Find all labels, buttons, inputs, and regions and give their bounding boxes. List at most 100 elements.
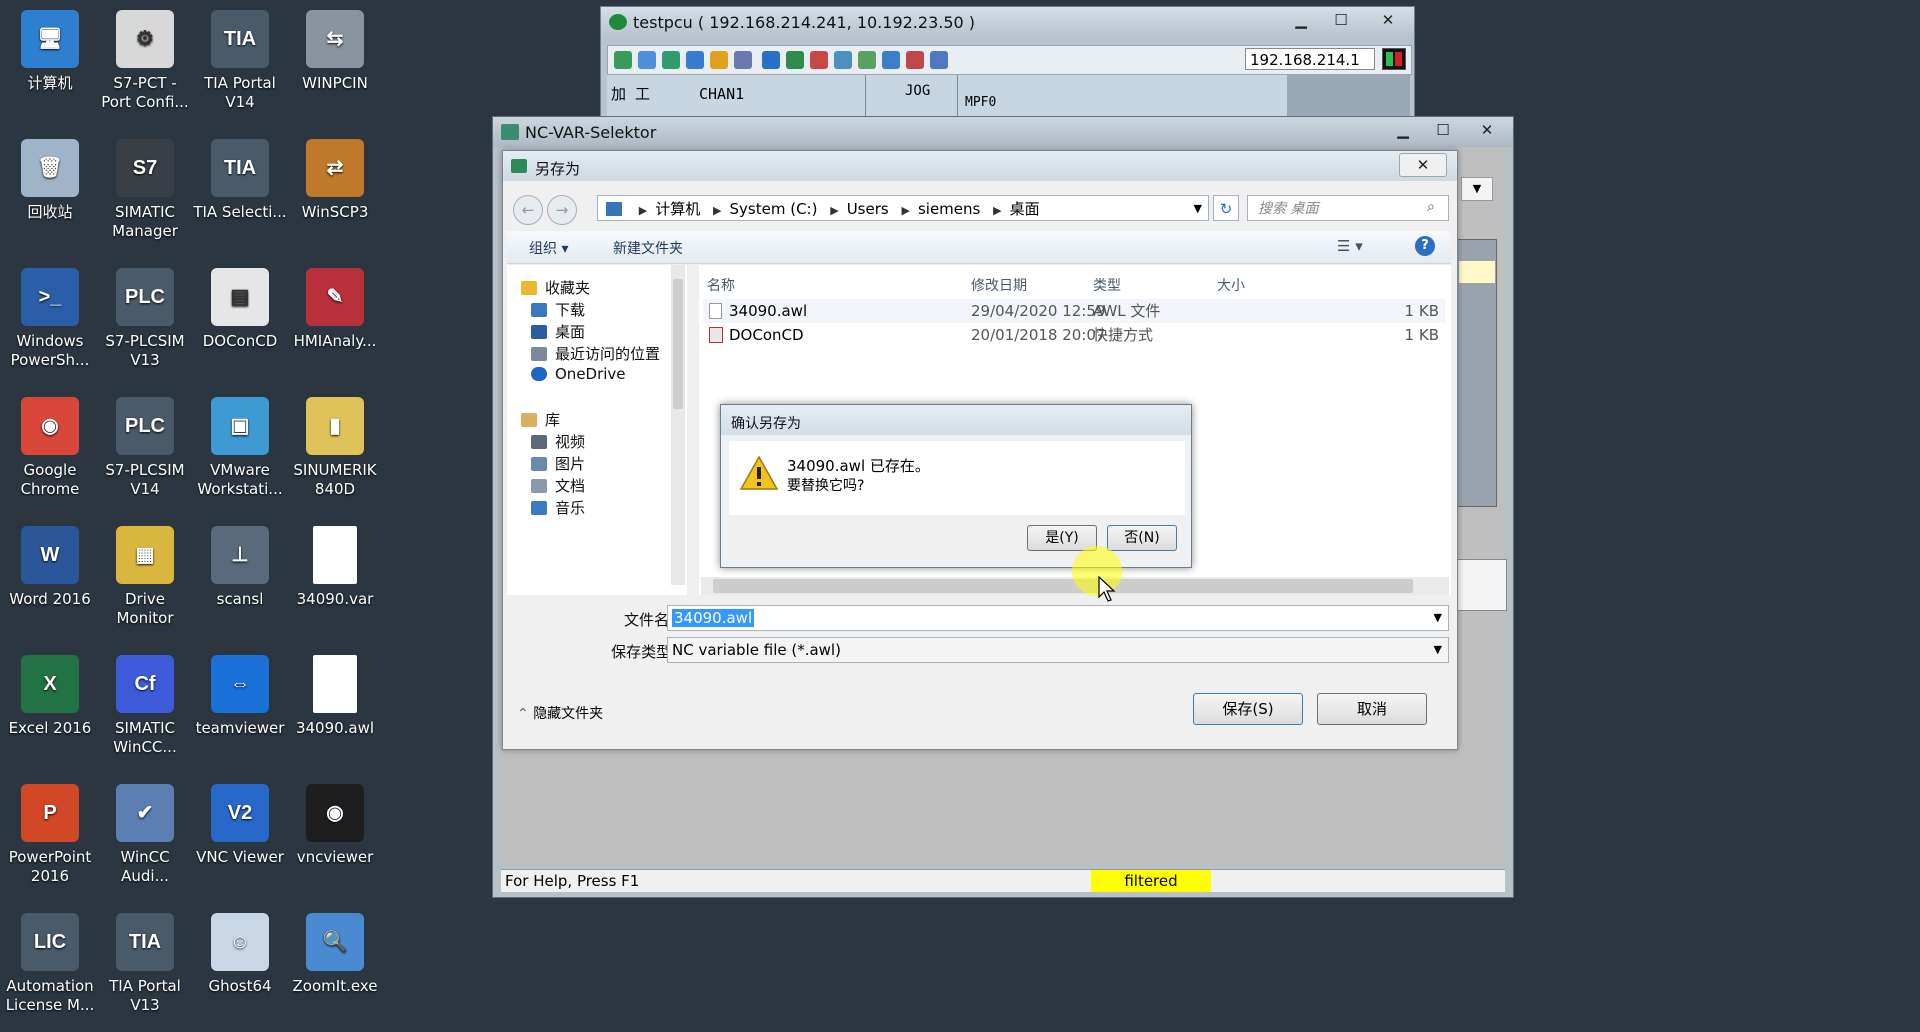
refresh-icon[interactable]: ↻: [1213, 195, 1239, 221]
desktop-icon[interactable]: 34090.awl: [287, 655, 383, 738]
desktop-icon[interactable]: ▤ DOConCD: [192, 268, 288, 351]
nav-music[interactable]: 音乐: [531, 497, 585, 518]
desktop-icon[interactable]: P PowerPoint 2016: [2, 784, 98, 886]
desktop-icon[interactable]: W Word 2016: [2, 526, 98, 609]
nav-library[interactable]: 库: [521, 409, 560, 430]
chevron-down-icon[interactable]: ▼: [1434, 606, 1442, 630]
view-options-icon[interactable]: ☰ ▾: [1337, 237, 1363, 255]
desktop-icon[interactable]: >_ Windows PowerSh...: [2, 268, 98, 370]
close-button[interactable]: ✕: [1399, 153, 1447, 177]
download-icon[interactable]: [762, 51, 780, 69]
file-row[interactable]: 34090.awl 29/04/2020 12:59 AWL 文件 1 KB: [703, 299, 1445, 323]
nav-documents[interactable]: 文档: [531, 475, 585, 496]
close-button[interactable]: ✕: [1465, 119, 1509, 141]
nav-favorites[interactable]: 收藏夹: [521, 277, 590, 298]
desktop-icon[interactable]: ▮ SINUMERIK 840D: [287, 397, 383, 499]
desktop-icon[interactable]: ☺ Ghost64: [192, 913, 288, 996]
close-button[interactable]: ✕: [1363, 9, 1413, 31]
breadcrumb-computer[interactable]: 计算机: [655, 200, 700, 218]
desktop-icon[interactable]: PLC S7-PLCSIM V14: [97, 397, 193, 499]
desktop-icon[interactable]: 🖥 计算机: [2, 10, 98, 93]
desktop-icon[interactable]: 34090.var: [287, 526, 383, 609]
desktop-icon[interactable]: ◉ vncviewer: [287, 784, 383, 867]
desktop-icon[interactable]: ⇔ teamviewer: [192, 655, 288, 738]
connect-icon[interactable]: [614, 51, 632, 69]
desktop-icon[interactable]: ◉ Google Chrome: [2, 397, 98, 499]
desktop-icon[interactable]: X Excel 2016: [2, 655, 98, 738]
column-name[interactable]: 名称: [707, 275, 735, 295]
minimize-button[interactable]: ▁: [1383, 119, 1423, 141]
desktop-icon[interactable]: S7 SIMATIC Manager: [97, 139, 193, 241]
column-type[interactable]: 类型: [1093, 275, 1121, 295]
desktop-icon[interactable]: TIA TIA Selecti...: [192, 139, 288, 222]
desktop-icon[interactable]: V2 VNC Viewer: [192, 784, 288, 867]
hide-folders-toggle[interactable]: ⌃ 隐藏文件夹: [517, 703, 603, 723]
confirm-titlebar[interactable]: 确认另存为: [721, 405, 1191, 435]
desktop-icon[interactable]: ✎ HMIAnaly...: [287, 268, 383, 351]
nav-desktop[interactable]: 桌面: [531, 321, 585, 342]
help-icon[interactable]: [930, 51, 948, 69]
chevron-down-icon[interactable]: ▼: [1194, 196, 1202, 222]
network-icon[interactable]: [834, 51, 852, 69]
tools-icon[interactable]: [858, 51, 876, 69]
breadcrumb-desktop[interactable]: 桌面: [1010, 200, 1040, 218]
close-connection-icon[interactable]: [906, 51, 924, 69]
maximize-button[interactable]: ☐: [1321, 9, 1361, 31]
column-size[interactable]: 大小: [1217, 275, 1245, 295]
new-folder-button[interactable]: 新建文件夹: [613, 238, 683, 258]
maximize-button[interactable]: ☐: [1423, 119, 1463, 141]
dropdown-arrow-icon[interactable]: ▼: [1461, 177, 1493, 201]
desktop-icon[interactable]: ▣ VMware Workstati...: [192, 397, 288, 499]
window-icon[interactable]: [638, 51, 656, 69]
desktop-icon[interactable]: ✔ WinCC Audi...: [97, 784, 193, 886]
search-icon[interactable]: ⌕: [1427, 199, 1435, 215]
minimize-button[interactable]: ▁: [1281, 9, 1321, 31]
transfer-icon[interactable]: [882, 51, 900, 69]
breadcrumb-siemens[interactable]: siemens: [918, 200, 980, 218]
breadcrumb-drive[interactable]: System (C:): [730, 200, 818, 218]
text-icon[interactable]: [734, 51, 752, 69]
back-icon[interactable]: ←: [513, 195, 543, 225]
desktop-icon[interactable]: ⊥ scansl: [192, 526, 288, 609]
help-icon[interactable]: ?: [1415, 236, 1435, 256]
globe-icon[interactable]: [662, 51, 680, 69]
desktop-icon[interactable]: ▦ Drive Monitor: [97, 526, 193, 628]
save-button[interactable]: 保存(S): [1193, 693, 1303, 725]
ip-address-field[interactable]: 192.168.214.1: [1245, 48, 1375, 70]
desktop-icon[interactable]: ⇄ WinSCP3: [287, 139, 383, 222]
desktop-icon[interactable]: Cf SIMATIC WinCC...: [97, 655, 193, 757]
settings-icon[interactable]: [786, 51, 804, 69]
desktop-icon[interactable]: ⚙ S7-PCT - Port Confi...: [97, 10, 193, 112]
confirm-save-as-dialog[interactable]: 确认另存为 34090.awl 已存在。 要替换它吗? 是(Y) 否(N): [720, 404, 1192, 568]
refresh-icon[interactable]: [686, 51, 704, 69]
column-date[interactable]: 修改日期: [971, 275, 1027, 295]
desktop-icon[interactable]: 🔍 ZoomIt.exe: [287, 913, 383, 996]
search-input[interactable]: 搜索 桌面: [1247, 195, 1449, 221]
nav-scrollbar[interactable]: [671, 265, 685, 585]
stop-icon[interactable]: [810, 51, 828, 69]
filename-input[interactable]: 34090.awl ▼: [667, 605, 1449, 631]
address-bar[interactable]: ▶ 计算机 ▶ System (C:) ▶ Users ▶ siemens ▶ 桌面 ▼: [597, 195, 1209, 221]
desktop-icon[interactable]: TIA TIA Portal V13: [97, 913, 193, 1015]
breadcrumb-users[interactable]: Users: [847, 200, 889, 218]
grid-icon[interactable]: [710, 51, 728, 69]
testpcu-titlebar[interactable]: testpcu ( 192.168.214.241, 10.192.23.50 …: [601, 7, 1414, 39]
ncvar-titlebar[interactable]: NC-VAR-Selektor ▁ ☐ ✕: [493, 117, 1513, 147]
filetype-select[interactable]: NC variable file (*.awl) ▼: [667, 637, 1449, 663]
desktop-icon[interactable]: LIC Automation License M...: [2, 913, 98, 1015]
cancel-button[interactable]: 取消: [1317, 693, 1427, 725]
nav-downloads[interactable]: 下载: [531, 299, 585, 320]
desktop-icon[interactable]: 🗑 回收站: [2, 139, 98, 222]
desktop-icon[interactable]: TIA TIA Portal V14: [192, 10, 288, 112]
nav-pictures[interactable]: 图片: [531, 453, 585, 474]
chevron-down-icon[interactable]: ▼: [1434, 638, 1442, 662]
file-row[interactable]: DOConCD 20/01/2018 20:07 快捷方式 1 KB: [703, 323, 1445, 347]
saveas-titlebar[interactable]: 另存为 ✕: [503, 151, 1457, 181]
nav-recent[interactable]: 最近访问的位置: [531, 343, 660, 364]
desktop-icon[interactable]: ⇆ WINPCIN: [287, 10, 383, 93]
organize-button[interactable]: 组织 ▾: [529, 238, 568, 258]
no-button[interactable]: 否(N): [1107, 525, 1177, 551]
desktop-icon[interactable]: PLC S7-PLCSIM V13: [97, 268, 193, 370]
nav-videos[interactable]: 视频: [531, 431, 585, 452]
forward-icon[interactable]: →: [547, 195, 577, 225]
